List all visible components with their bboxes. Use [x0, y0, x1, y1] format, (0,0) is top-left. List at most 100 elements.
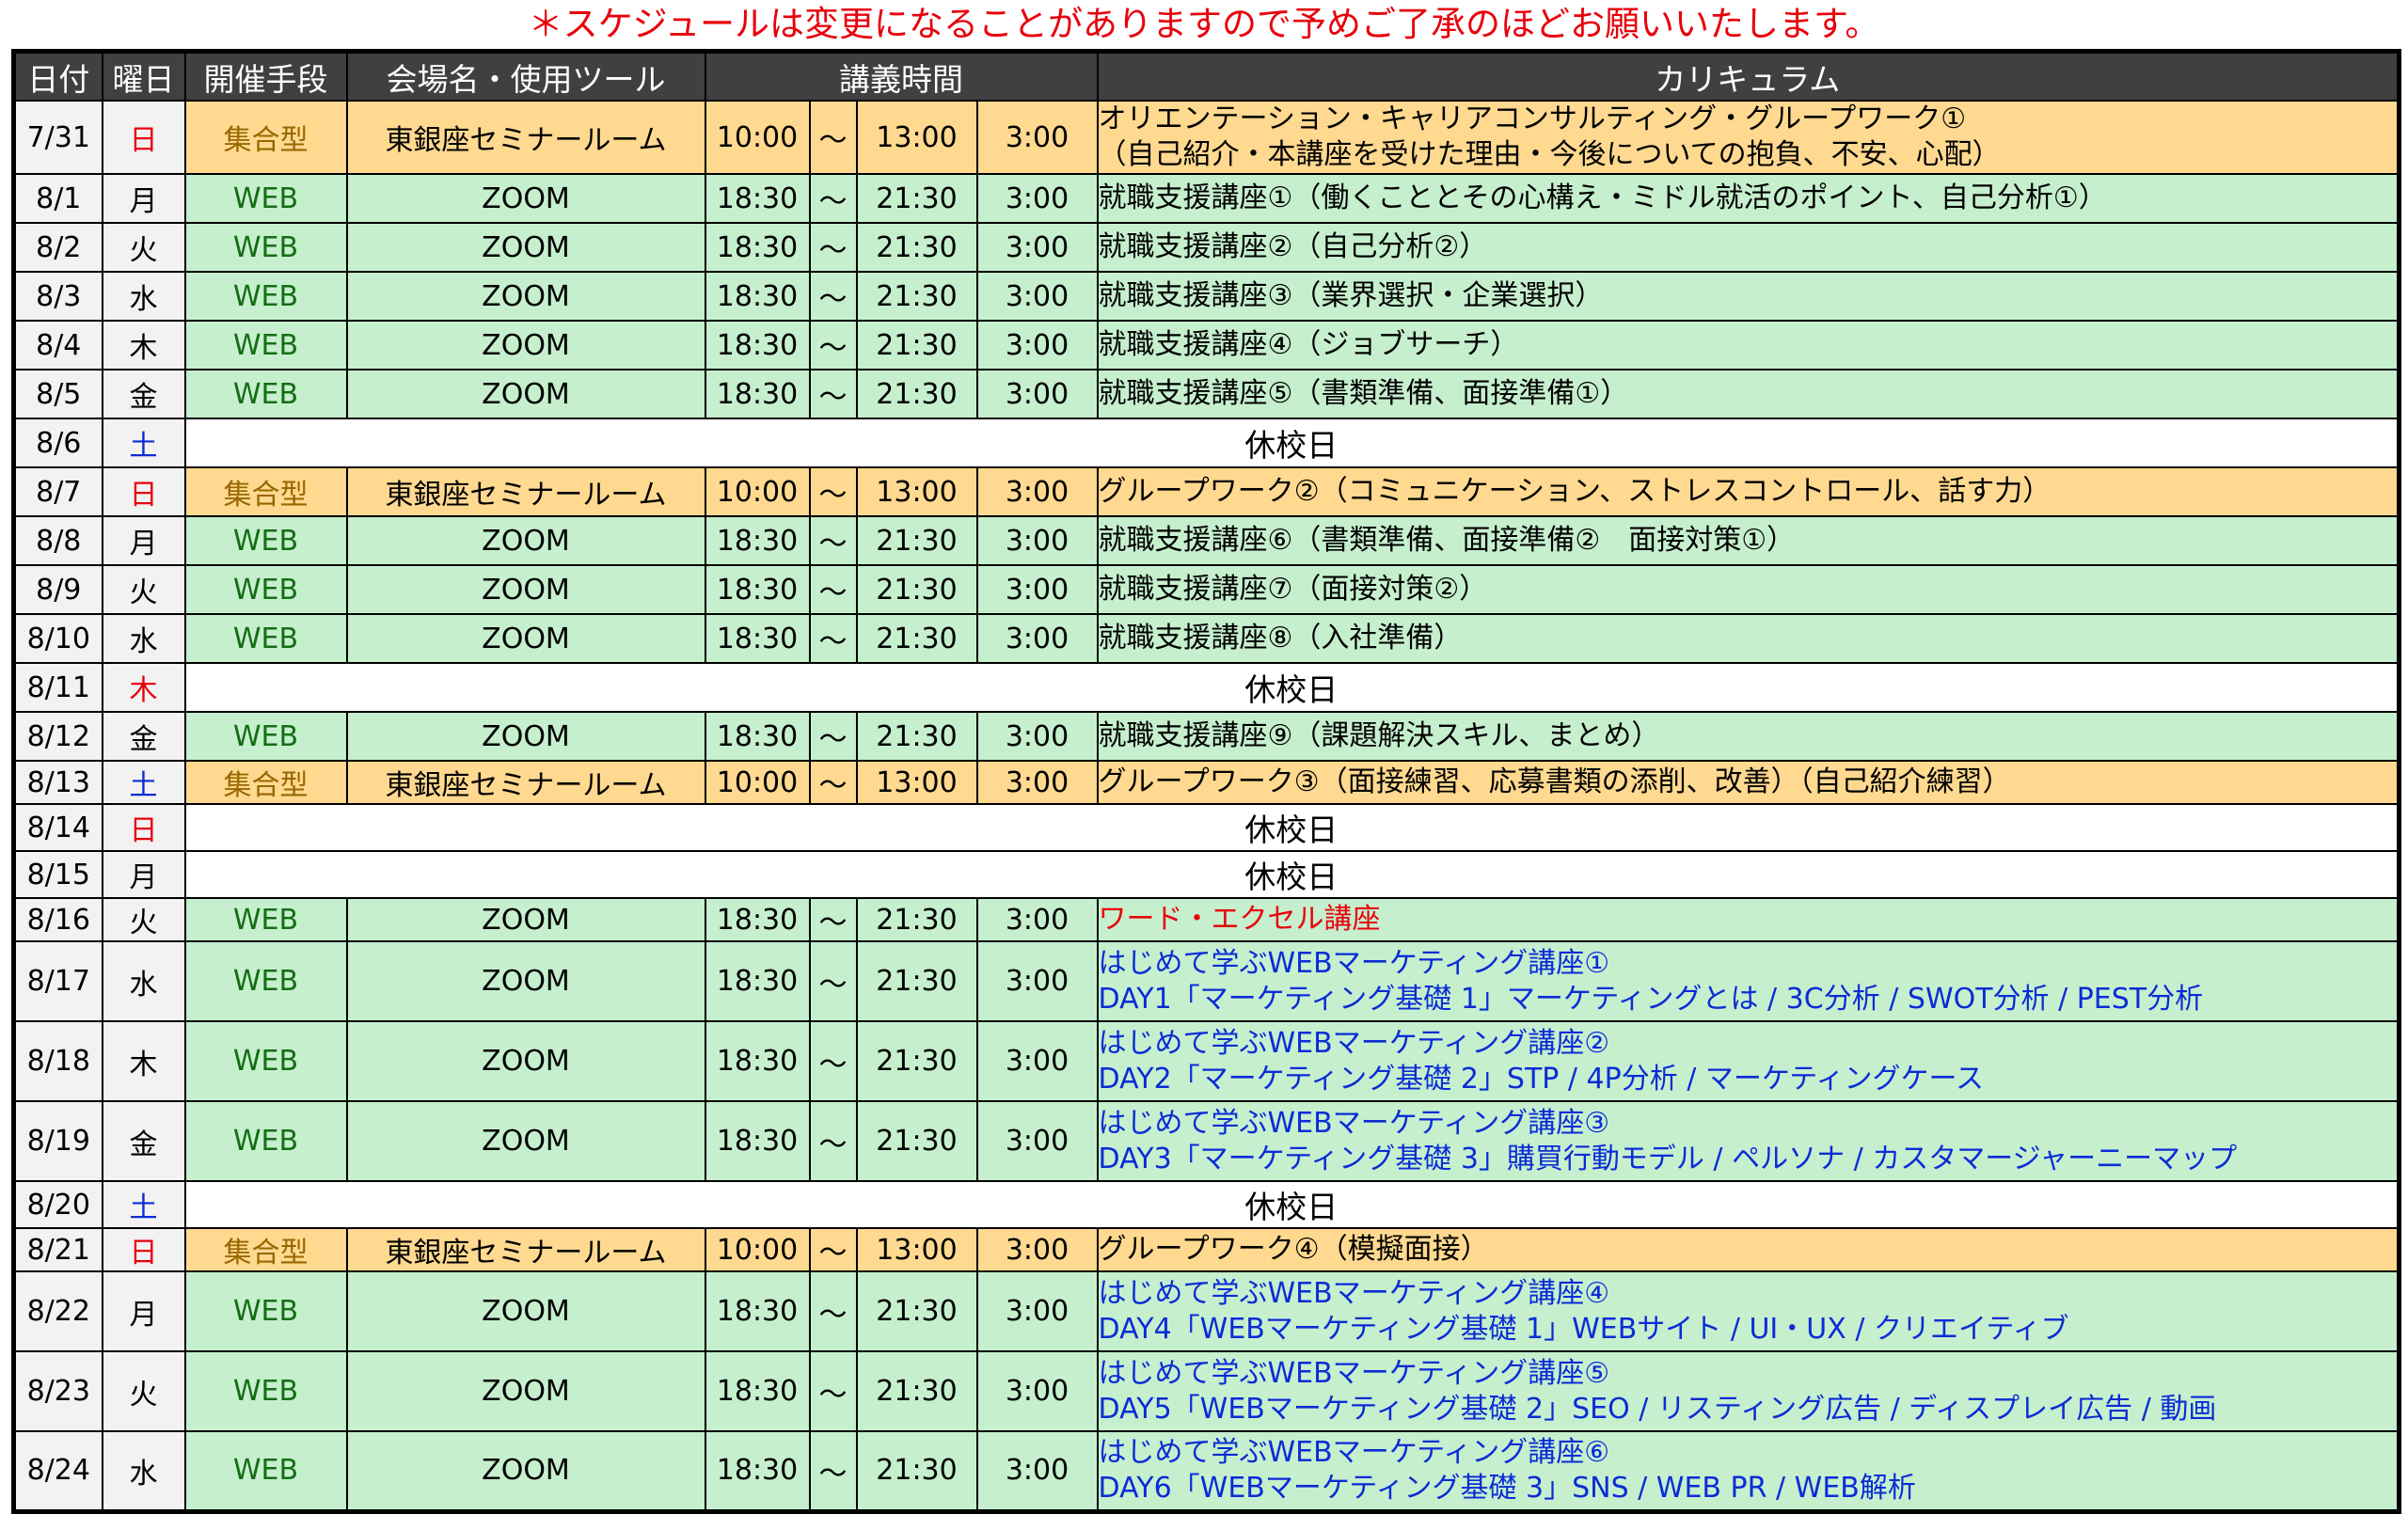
- curriculum-line: グループワーク③（面接練習、応募書類の添削、改善）（自己紹介練習）: [1098, 765, 2011, 798]
- mode-cell: WEB: [183, 1350, 348, 1432]
- date-cell: 8/5: [12, 369, 103, 419]
- curriculum-line: グループワーク④（模擬面接）: [1098, 1233, 1489, 1266]
- duration-cell: 3:00: [975, 222, 1099, 273]
- duration-cell: 3:00: [975, 1100, 1099, 1182]
- start-time-cell: 18:30: [704, 320, 811, 371]
- venue-cell: 東銀座セミナールーム: [345, 100, 706, 175]
- mode-cell: 集合型: [183, 466, 348, 517]
- start-time-cell: 10:00: [704, 1227, 811, 1272]
- curriculum-line: はじめて学ぶWEBマーケティング講座⑥: [1098, 1435, 1610, 1469]
- venue-cell: 東銀座セミナールーム: [345, 466, 706, 517]
- end-time-cell: 21:30: [855, 1020, 978, 1102]
- duration-cell: 3:00: [975, 1350, 1099, 1432]
- time-separator: ～: [808, 320, 858, 371]
- start-time-cell: 18:30: [704, 1270, 811, 1352]
- mode-cell: WEB: [183, 173, 348, 224]
- start-time-cell: 10:00: [704, 466, 811, 517]
- date-cell: 8/24: [12, 1430, 103, 1512]
- table-row-closed: 8/6 土休校日: [12, 418, 2400, 468]
- curriculum-line: 就職支援講座③（業界選択・企業選択）: [1098, 279, 1604, 312]
- closed-day-label: 休校日: [183, 803, 2400, 852]
- mode-cell: WEB: [183, 711, 348, 762]
- start-time-cell: 10:00: [704, 760, 811, 805]
- weekday-cell: 金: [101, 711, 186, 762]
- venue-cell: ZOOM: [345, 940, 706, 1022]
- curriculum-cell: はじめて学ぶWEBマーケティング講座⑤ DAY5「WEBマーケティング基礎 2」S…: [1096, 1350, 2400, 1432]
- venue-cell: 東銀座セミナールーム: [345, 760, 706, 805]
- venue-cell: ZOOM: [345, 613, 706, 664]
- curriculum-line: 就職支援講座⑥（書類準備、面接準備② 面接対策①）: [1098, 524, 1796, 557]
- curriculum-cell: 就職支援講座⑤（書類準備、面接準備①）: [1096, 369, 2400, 419]
- date-cell: 8/3: [12, 271, 103, 322]
- curriculum-line: はじめて学ぶWEBマーケティング講座②: [1098, 1026, 1610, 1060]
- closed-day-label: 休校日: [183, 662, 2400, 713]
- mode-cell: 集合型: [183, 100, 348, 175]
- venue-cell: ZOOM: [345, 1270, 706, 1352]
- weekday-cell: 火: [101, 1350, 186, 1432]
- duration-cell: 3:00: [975, 1227, 1099, 1272]
- table-row: 8/17 水 WEB ZOOM 18:30 ～ 21:30 3:00 はじめて学ぶWEBマーケテ…: [12, 940, 2400, 1022]
- time-separator: ～: [808, 466, 858, 517]
- weekday-cell: 水: [101, 940, 186, 1022]
- weekday-cell: 土: [101, 1180, 186, 1229]
- curriculum-cell: ワード・エクセル講座: [1096, 897, 2400, 942]
- date-cell: 8/15: [12, 850, 103, 899]
- mode-cell: 集合型: [183, 1227, 348, 1272]
- time-separator: ～: [808, 173, 858, 224]
- mode-cell: WEB: [183, 320, 348, 371]
- table-row: 8/3 水 WEB ZOOM 18:30 ～ 21:30 3:00 就職支援講座③（業界選択・企…: [12, 271, 2400, 322]
- start-time-cell: 18:30: [704, 1020, 811, 1102]
- time-separator: ～: [808, 1350, 858, 1432]
- start-time-cell: 18:30: [704, 564, 811, 615]
- time-separator: ～: [808, 271, 858, 322]
- curriculum-cell: 就職支援講座②（自己分析②）: [1096, 222, 2400, 273]
- time-separator: ～: [808, 222, 858, 273]
- end-time-cell: 21:30: [855, 369, 978, 419]
- weekday-cell: 火: [101, 564, 186, 615]
- end-time-cell: 21:30: [855, 1270, 978, 1352]
- header-day: 曜日: [101, 50, 186, 102]
- table-row: 7/31 日集合型 東銀座セミナールーム 10:00 ～ 13:00 3:00 オリエンテーシ…: [12, 100, 2400, 175]
- venue-cell: 東銀座セミナールーム: [345, 1227, 706, 1272]
- closed-day-label: 休校日: [183, 1180, 2400, 1229]
- curriculum-line: （自己紹介・本講座を受けた理由・今後についての抱負、不安、心配）: [1098, 138, 2001, 171]
- closed-day-label: 休校日: [183, 850, 2400, 899]
- end-time-cell: 13:00: [855, 466, 978, 517]
- table-row-closed: 8/14 日休校日: [12, 803, 2400, 852]
- curriculum-line: オリエンテーション・キャリアコンサルティング・グループワーク①: [1098, 103, 1967, 135]
- table-row: 8/23 火 WEB ZOOM 18:30 ～ 21:30 3:00 はじめて学ぶWEBマーケテ…: [12, 1350, 2400, 1432]
- venue-cell: ZOOM: [345, 320, 706, 371]
- time-separator: ～: [808, 564, 858, 615]
- weekday-cell: 月: [101, 515, 186, 566]
- duration-cell: 3:00: [975, 271, 1099, 322]
- start-time-cell: 18:30: [704, 940, 811, 1022]
- duration-cell: 3:00: [975, 369, 1099, 419]
- curriculum-line: 就職支援講座①（働くこととその心構え・ミドル就活のポイント、自己分析①）: [1098, 181, 2107, 214]
- duration-cell: 3:00: [975, 100, 1099, 175]
- start-time-cell: 18:30: [704, 711, 811, 762]
- weekday-cell: 日: [101, 466, 186, 517]
- start-time-cell: 18:30: [704, 271, 811, 322]
- venue-cell: ZOOM: [345, 173, 706, 224]
- mode-cell: WEB: [183, 897, 348, 942]
- mode-cell: WEB: [183, 222, 348, 273]
- curriculum-cell: 就職支援講座⑥（書類準備、面接準備② 面接対策①）: [1096, 515, 2400, 566]
- weekday-cell: 金: [101, 1100, 186, 1182]
- header-mode: 開催手段: [183, 50, 348, 102]
- duration-cell: 3:00: [975, 1430, 1099, 1512]
- header-curriculum: カリキュラム: [1096, 50, 2400, 102]
- table-row: 8/24 水 WEB ZOOM 18:30 ～ 21:30 3:00 はじめて学ぶWEBマーケテ…: [12, 1430, 2400, 1512]
- curriculum-line: 就職支援講座④（ジョブサーチ）: [1098, 328, 1519, 361]
- table-row: 8/22 月 WEB ZOOM 18:30 ～ 21:30 3:00 はじめて学ぶWEBマーケテ…: [12, 1270, 2400, 1352]
- date-cell: 8/11: [12, 662, 103, 713]
- date-cell: 8/8: [12, 515, 103, 566]
- venue-cell: ZOOM: [345, 1100, 706, 1182]
- start-time-cell: 18:30: [704, 1350, 811, 1432]
- end-time-cell: 21:30: [855, 940, 978, 1022]
- weekday-cell: 土: [101, 418, 186, 468]
- table-row-closed: 8/20 土休校日: [12, 1180, 2400, 1229]
- curriculum-line: 就職支援講座⑨（課題解決スキル、まとめ）: [1098, 719, 1660, 752]
- mode-cell: WEB: [183, 564, 348, 615]
- curriculum-cell: グループワーク②（コミュニケーション、ストレスコントロール、話す力）: [1096, 466, 2400, 517]
- time-separator: ～: [808, 897, 858, 942]
